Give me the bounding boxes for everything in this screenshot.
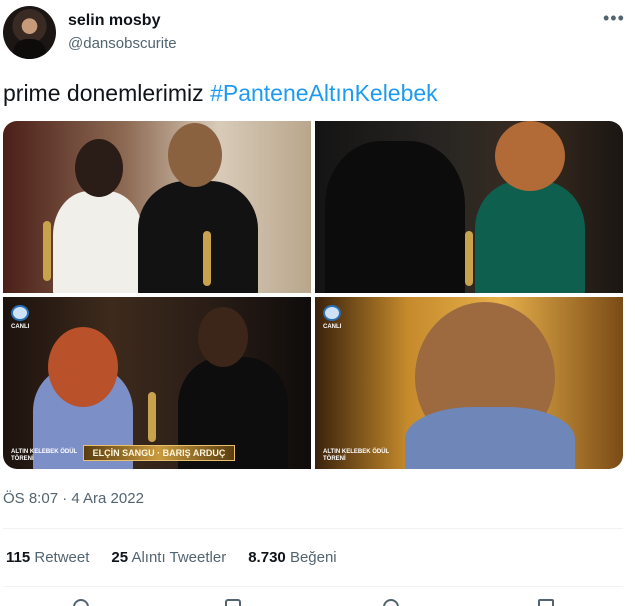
avatar-silhouette <box>13 39 46 59</box>
tweet-timestamp[interactable]: ÖS 8:07 · 4 Ara 2022 <box>3 490 144 507</box>
winners-caption: ELÇİN SANGU · BARIŞ ARDUÇ <box>83 445 235 461</box>
avatar[interactable] <box>3 6 56 59</box>
retweet-stat[interactable]: 115 Retweet <box>6 549 89 566</box>
tweet-text: prime donemlerimiz #PanteneAltınKelebek <box>3 79 438 107</box>
ceremony-caption: ALTIN KELEBEK ÖDÜL TÖRENİ <box>323 449 390 462</box>
author-handle[interactable]: @dansobscurite <box>68 35 177 52</box>
like-stat[interactable]: 8.730 Beğeni <box>248 549 336 566</box>
author-display-name[interactable]: selin mosby <box>68 12 160 30</box>
photo-1[interactable] <box>3 121 311 293</box>
figure-head <box>495 121 565 191</box>
engagement-stats: 115 Retweet 25 Alıntı Tweetler 8.730 Beğ… <box>6 549 337 566</box>
tv-channel-logo-icon <box>11 305 29 321</box>
reply-icon[interactable] <box>73 599 89 606</box>
live-label: CANLI <box>11 324 30 330</box>
photo-4[interactable]: CANLI ALTIN KELEBEK ÖDÜL TÖRENİ <box>315 297 623 469</box>
divider <box>3 528 623 529</box>
trophy-icon <box>43 221 51 281</box>
tweet-body: prime donemlerimiz <box>3 80 204 106</box>
retweet-label: Retweet <box>34 549 90 566</box>
photo-3[interactable]: CANLI ALTIN KELEBEK ÖDÜL TÖRENİ ELÇİN SA… <box>3 297 311 469</box>
live-label: CANLI <box>323 324 342 330</box>
like-label: Beğeni <box>289 549 337 566</box>
retweet-count: 115 <box>6 549 31 566</box>
media-grid: CANLI ALTIN KELEBEK ÖDÜL TÖRENİ ELÇİN SA… <box>3 121 623 469</box>
hashtag-link[interactable]: #PanteneAltınKelebek <box>210 80 438 106</box>
like-count: 8.730 <box>248 549 286 566</box>
figure-head <box>75 139 123 197</box>
more-options-icon[interactable]: ••• <box>603 8 625 29</box>
figure-green-dress <box>475 181 585 293</box>
retweet-icon[interactable] <box>225 599 241 606</box>
share-icon[interactable] <box>538 599 554 606</box>
divider <box>3 586 623 587</box>
ceremony-caption: ALTIN KELEBEK ÖDÜL TÖRENİ <box>11 449 78 462</box>
figure-black-suit <box>138 181 258 293</box>
photo-2[interactable] <box>315 121 623 293</box>
quote-label: Alıntı Tweetler <box>131 549 227 566</box>
quote-count: 25 <box>111 549 129 566</box>
figure-white-dress <box>53 191 143 293</box>
figure-head <box>198 307 248 367</box>
figure-blue-shirt <box>405 407 575 469</box>
trophy-icon <box>148 392 156 442</box>
trophy-icon <box>465 231 473 286</box>
like-icon[interactable] <box>383 599 399 606</box>
trophy-icon <box>203 231 211 286</box>
figure-head <box>168 123 222 187</box>
figure-dark-suit <box>325 141 465 293</box>
figure-head <box>48 327 118 407</box>
tv-channel-logo-icon <box>323 305 341 321</box>
action-bar <box>0 597 635 606</box>
quote-stat[interactable]: 25 Alıntı Tweetler <box>111 549 226 566</box>
